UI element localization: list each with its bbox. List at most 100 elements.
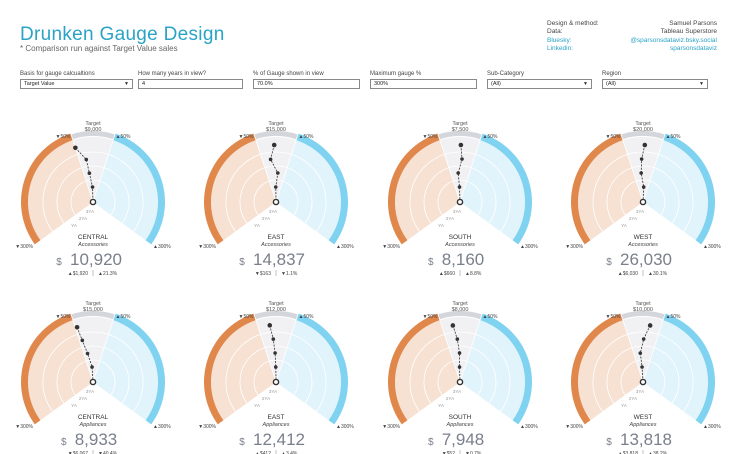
gauge-plus50-label: ▲50% xyxy=(666,314,682,320)
gauge-center-marker xyxy=(456,378,464,386)
gauge-region-label: EAST xyxy=(268,234,285,241)
gauge-plus50-label: ▲50% xyxy=(116,134,132,140)
gauge-year-point xyxy=(639,171,643,175)
gauge-target-value: $15,000 xyxy=(83,307,103,313)
gauge-target-value: $12,000 xyxy=(266,307,286,313)
gauge-year-point xyxy=(84,157,89,162)
gauge-currency-symbol: $ xyxy=(606,437,612,448)
gauge-minus50-label: ▼50% xyxy=(239,134,255,140)
gauge-delta-value: ▲$1,920 xyxy=(68,271,88,277)
gauge-ring-label-2ya: 2YA xyxy=(79,396,87,401)
gauge-year-point xyxy=(458,142,464,148)
gauge-subcategory-label: Appliances xyxy=(79,422,107,428)
gauge-delta-value: ▼$163 xyxy=(255,271,271,277)
gauge-center-marker xyxy=(639,198,647,206)
gauge-year-point xyxy=(457,185,462,189)
gauge-year-point xyxy=(73,145,78,151)
gauge-center-marker xyxy=(89,378,97,386)
gauge-year-point xyxy=(276,171,280,175)
gauge-ring-label-ya: YA xyxy=(438,223,444,228)
gauge-center-marker xyxy=(89,198,97,206)
gauge-delta-pct: ▼1.1% xyxy=(281,271,298,277)
gauge-year-point xyxy=(90,185,95,189)
gauge-year-point xyxy=(80,338,85,343)
gauge-ring-label-2ya: 2YA xyxy=(446,216,454,221)
gauge-year-point xyxy=(90,365,94,369)
gauge-ring-label-ya: YA xyxy=(254,223,260,228)
gauge-minus50-label: ▼50% xyxy=(423,314,439,320)
gauge-ring-label-2ya: 2YA xyxy=(629,216,637,221)
gauge-minus300-label: ▼300% xyxy=(382,244,400,250)
gauge-subcategory-label: Accessories xyxy=(260,242,291,248)
gauge-year-point xyxy=(271,142,277,148)
gauge-center-marker xyxy=(272,378,280,386)
gauge-ring-label-3ya: 3YA xyxy=(86,389,94,394)
gauge-currency-symbol: $ xyxy=(61,437,67,448)
gauge-subcategory-label: Appliances xyxy=(446,422,474,428)
gauge-minus300-label: ▼300% xyxy=(15,244,33,250)
gauge-plus300-label: ▲300% xyxy=(336,244,354,250)
gauge-ring-label-3ya: 3YA xyxy=(636,209,644,214)
gauge-delta-value: ▲$6,030 xyxy=(618,271,638,277)
gauge-minus50-label: ▼50% xyxy=(239,314,255,320)
gauge-year-point xyxy=(457,365,462,369)
gauge-minus300-label: ▼300% xyxy=(565,424,583,430)
gauge-target-value: $9,000 xyxy=(85,127,102,133)
gauge-minus300-label: ▼300% xyxy=(198,424,216,430)
gauge-ring-label-3ya: 3YA xyxy=(269,209,277,214)
gauge-currency-symbol: $ xyxy=(56,257,62,268)
gauge-year-point xyxy=(638,351,643,355)
gauge-target-value: $10,000 xyxy=(633,307,653,313)
gauge-year-point xyxy=(267,323,273,328)
gauge-year-point xyxy=(640,365,644,369)
gauge-year-point xyxy=(273,351,277,355)
gauge-sales-value: 14,837 xyxy=(253,250,305,269)
gauge-sales-value: 12,412 xyxy=(253,430,305,449)
gauge-plus300-label: ▲300% xyxy=(703,424,721,430)
gauge-region-label: SOUTH xyxy=(449,414,472,421)
gauge-minus300-label: ▼300% xyxy=(15,424,33,430)
gauge-minus300-label: ▼300% xyxy=(198,244,216,250)
gauge-ring-label-3ya: 3YA xyxy=(453,209,461,214)
gauge-sales-value: 10,920 xyxy=(70,250,122,269)
gauge-sales-value: 26,030 xyxy=(620,250,672,269)
gauge-year-point xyxy=(457,351,462,355)
gauge-year-point xyxy=(639,157,644,161)
gauge-ring-label-3ya: 3YA xyxy=(86,209,94,214)
gauge-target-value: $15,000 xyxy=(266,127,286,133)
gauge-year-point xyxy=(87,171,92,176)
gauge-minus50-label: ▼50% xyxy=(606,314,622,320)
gauge-year-point xyxy=(455,337,460,341)
gauge-year-point xyxy=(456,171,460,175)
gauge-plus50-label: ▲50% xyxy=(299,134,315,140)
gauge-plus300-label: ▲300% xyxy=(153,244,171,250)
gauge-plus300-label: ▲300% xyxy=(336,424,354,430)
gauge-plus300-label: ▲300% xyxy=(520,424,538,430)
gauge-minus50-label: ▼50% xyxy=(606,134,622,140)
gauge-minus50-label: ▼50% xyxy=(56,134,72,140)
gauge-year-point xyxy=(268,157,273,162)
gauge-sales-value: 8,933 xyxy=(75,430,118,449)
gauge-minus50-label: ▼50% xyxy=(423,134,439,140)
gauge-sales-value: 7,948 xyxy=(442,430,485,449)
gauge-plus300-label: ▲300% xyxy=(153,424,171,430)
gauge-region-label: WEST xyxy=(634,234,653,241)
gauge-ring-label-ya: YA xyxy=(621,403,627,408)
gauge-subcategory-label: Appliances xyxy=(262,422,290,428)
gauge-grid: Target$9,000▼50% ▲50%▼300% ▲300%YA2YA3YACE… xyxy=(15,121,721,454)
gauge-year-point xyxy=(642,142,648,148)
gauge-delta-pct: ▲8.8% xyxy=(465,271,482,277)
gauge-delta-pct: ▲21.3% xyxy=(98,271,118,277)
gauge-subcategory-label: Accessories xyxy=(444,242,475,248)
gauge-subcategory-label: Appliances xyxy=(629,422,657,428)
gauge-year-point xyxy=(273,365,278,369)
gauge-target-value: $8,000 xyxy=(452,307,469,313)
gauge-year-point xyxy=(641,185,646,189)
gauge-plus50-label: ▲50% xyxy=(666,134,682,140)
gauge-ring-label-ya: YA xyxy=(438,403,444,408)
gauge-subcategory-label: Accessories xyxy=(627,242,658,248)
gauge-region-label: EAST xyxy=(268,414,285,421)
gauge-currency-symbol: $ xyxy=(428,437,434,448)
gauge-plus50-label: ▲50% xyxy=(483,314,499,320)
gauge-minus50-label: ▼50% xyxy=(56,314,72,320)
